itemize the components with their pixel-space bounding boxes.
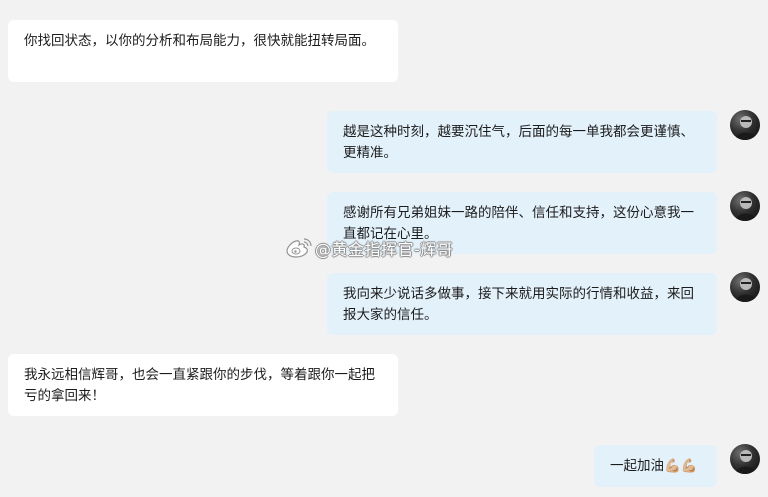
message-text: 我永远相信辉哥，也会一直紧跟你的步伐，等着跟你一起把亏的拿回来！ — [24, 367, 375, 404]
avatar-photo-icon — [735, 278, 757, 302]
user-avatar[interactable] — [730, 272, 760, 302]
user-avatar[interactable] — [730, 191, 760, 221]
incoming-message-bubble[interactable]: 你找回状态，以你的分析和布局能力，很快就能扭转局面。 — [8, 20, 398, 82]
weibo-watermark: @黄金指挥官-辉哥 — [286, 237, 453, 259]
message-text: 一起加油💪🏼💪🏼 — [610, 458, 698, 474]
user-avatar[interactable] — [730, 110, 760, 140]
message-text: 你找回状态，以你的分析和布局能力，很快就能扭转局面。 — [24, 33, 375, 49]
user-avatar[interactable] — [730, 444, 760, 474]
weibo-logo-icon — [286, 238, 312, 258]
avatar-photo-icon — [735, 197, 757, 221]
incoming-message-bubble[interactable]: 我永远相信辉哥，也会一直紧跟你的步伐，等着跟你一起把亏的拿回来！ — [8, 354, 398, 416]
watermark-text: @黄金指挥官-辉哥 — [315, 240, 454, 259]
avatar-photo-icon — [735, 450, 757, 474]
outgoing-message-bubble[interactable]: 越是这种时刻，越要沉住气，后面的每一单我都会更谨慎、更精准。 — [327, 111, 717, 173]
message-text: 越是这种时刻，越要沉住气，后面的每一单我都会更谨慎、更精准。 — [343, 124, 694, 161]
outgoing-message-bubble[interactable]: 一起加油💪🏼💪🏼 — [594, 445, 717, 487]
avatar-photo-icon — [735, 116, 757, 140]
outgoing-message-bubble[interactable]: 我向来少说话多做事，接下来就用实际的行情和收益，来回报大家的信任。 — [327, 273, 717, 335]
chat-conversation: 你找回状态，以你的分析和布局能力，很快就能扭转局面。 越是这种时刻，越要沉住气，… — [0, 0, 768, 497]
message-text: 我向来少说话多做事，接下来就用实际的行情和收益，来回报大家的信任。 — [343, 286, 694, 323]
